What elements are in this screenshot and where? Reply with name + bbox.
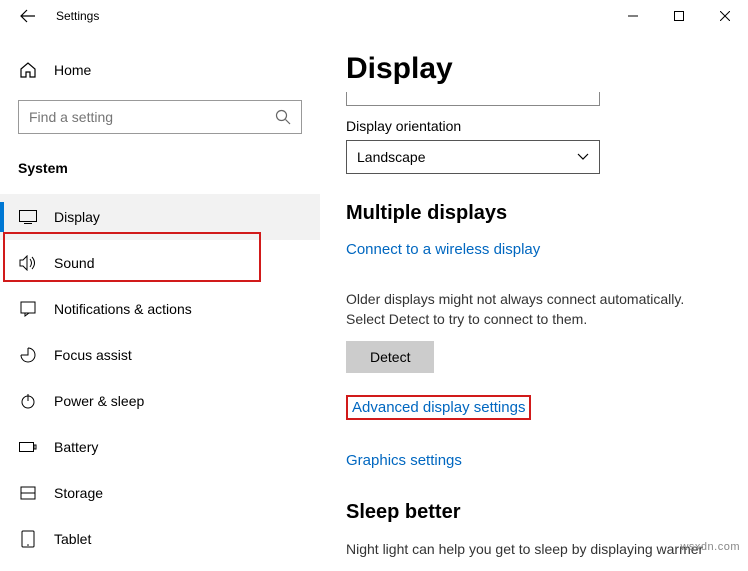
sidebar-item-label: Storage	[54, 485, 103, 501]
content-pane: Display Display orientation Landscape Mu…	[320, 32, 748, 571]
sidebar-item-label: Sound	[54, 255, 94, 271]
back-button[interactable]	[8, 0, 48, 32]
window-controls	[610, 0, 748, 32]
sidebar-item-label: Tablet	[54, 531, 91, 547]
multiple-displays-heading: Multiple displays	[346, 202, 722, 225]
focus-assist-icon	[18, 345, 38, 365]
battery-icon	[18, 437, 38, 457]
search-input-container[interactable]	[18, 100, 302, 134]
maximize-button[interactable]	[656, 0, 702, 32]
sidebar-item-storage[interactable]: Storage	[0, 470, 320, 516]
power-icon	[18, 391, 38, 411]
home-nav[interactable]: Home	[0, 50, 320, 90]
sidebar-item-battery[interactable]: Battery	[0, 424, 320, 470]
notifications-icon	[18, 299, 38, 319]
advanced-display-link[interactable]: Advanced display settings	[346, 395, 531, 420]
connect-wireless-link[interactable]: Connect to a wireless display	[346, 241, 540, 258]
close-button[interactable]	[702, 0, 748, 32]
graphics-settings-link[interactable]: Graphics settings	[346, 452, 462, 469]
sidebar-item-tablet[interactable]: Tablet	[0, 516, 320, 562]
sound-icon	[18, 253, 38, 273]
sidebar-item-label: Battery	[54, 439, 98, 455]
main-layout: Home System Display Sound Notifications …	[0, 32, 748, 571]
storage-icon	[18, 483, 38, 503]
minimize-button[interactable]	[610, 0, 656, 32]
sleep-description: Night light can help you get to sleep by…	[346, 540, 722, 560]
home-icon	[18, 60, 38, 80]
detect-button[interactable]: Detect	[346, 341, 434, 373]
sidebar-item-notifications[interactable]: Notifications & actions	[0, 286, 320, 332]
maximize-icon	[674, 11, 684, 21]
sidebar: Home System Display Sound Notifications …	[0, 32, 320, 571]
sidebar-item-label: Notifications & actions	[54, 301, 192, 317]
sidebar-item-label: Power & sleep	[54, 393, 144, 409]
chevron-down-icon	[577, 153, 589, 161]
orientation-dropdown[interactable]: Landscape	[346, 140, 600, 174]
sidebar-item-sound[interactable]: Sound	[0, 240, 320, 286]
search-input[interactable]	[29, 109, 275, 125]
watermark: wsxdn.com	[680, 541, 740, 553]
sleep-better-heading: Sleep better	[346, 501, 722, 524]
sidebar-item-label: Display	[54, 209, 100, 225]
sidebar-item-label: Focus assist	[54, 347, 132, 363]
sidebar-item-display[interactable]: Display	[0, 194, 320, 240]
search-icon	[275, 109, 291, 125]
titlebar: Settings	[0, 0, 748, 32]
orientation-label: Display orientation	[346, 118, 722, 134]
close-icon	[720, 11, 730, 21]
divider	[346, 92, 600, 106]
dropdown-value: Landscape	[357, 149, 426, 165]
display-icon	[18, 207, 38, 227]
detect-description: Older displays might not always connect …	[346, 290, 722, 329]
section-header: System	[0, 152, 320, 194]
home-label: Home	[54, 62, 91, 78]
minimize-icon	[628, 11, 638, 21]
tablet-icon	[18, 529, 38, 549]
arrow-left-icon	[20, 8, 36, 24]
window-title: Settings	[56, 9, 99, 23]
page-title: Display	[346, 52, 722, 86]
sidebar-item-focus-assist[interactable]: Focus assist	[0, 332, 320, 378]
sidebar-item-power-sleep[interactable]: Power & sleep	[0, 378, 320, 424]
